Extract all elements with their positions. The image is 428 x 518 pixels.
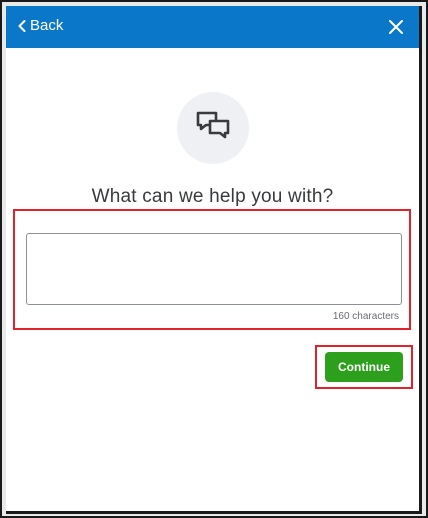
chat-bubbles-icon	[195, 110, 231, 147]
page-title: What can we help you with?	[91, 186, 334, 207]
input-highlight-box	[13, 209, 411, 330]
button-highlight-box	[315, 345, 413, 389]
panel-header: Back	[6, 6, 419, 48]
close-button[interactable]	[387, 18, 405, 36]
chat-icon-badge	[177, 92, 249, 164]
chevron-left-icon	[18, 19, 26, 32]
close-icon	[387, 20, 405, 40]
back-button[interactable]: Back	[18, 17, 63, 34]
back-label: Back	[30, 17, 64, 34]
help-panel: Back What can we help you with? 160 char	[6, 6, 422, 514]
window-frame: Back What can we help you with? 160 char	[0, 0, 428, 518]
